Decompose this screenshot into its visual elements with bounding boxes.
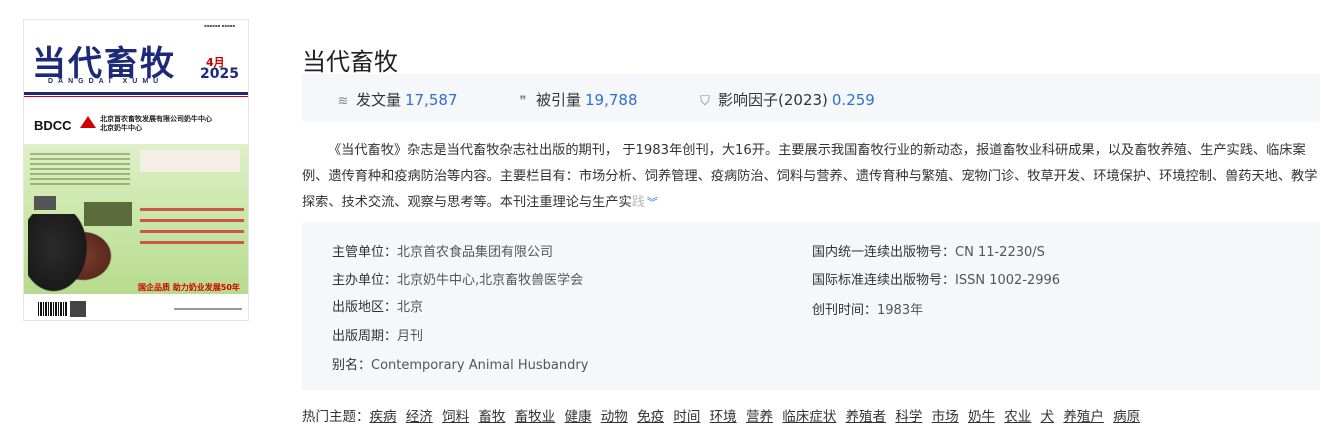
topic-link[interactable]: 疾病	[370, 409, 397, 425]
cover-highlights	[140, 200, 244, 252]
topic-link[interactable]: 市场	[932, 409, 959, 425]
info-value: 1983年	[877, 303, 924, 318]
topic-link[interactable]: 农业	[1004, 409, 1031, 425]
topic-link[interactable]: 时间	[673, 409, 700, 425]
stat-value[interactable]: 17,587	[405, 91, 458, 109]
topic-link[interactable]: 奶牛	[968, 409, 995, 425]
info-label: 国内统一连续出版物号：	[812, 245, 956, 260]
cover-footer-text	[174, 308, 242, 310]
info-label: 出版周期：	[332, 329, 398, 344]
info-label: 别名：	[332, 358, 372, 373]
topic-link[interactable]: 科学	[895, 409, 922, 425]
cover-pinyin: DANGDAI XUMU	[48, 78, 164, 85]
chevron-double-down-icon[interactable]: ︾	[647, 196, 658, 209]
topic-link[interactable]: 养殖户	[1063, 409, 1104, 425]
cover-sponsor-brand: BDCC	[34, 118, 72, 133]
cover-band-red	[24, 96, 248, 97]
info-period: 出版周期：月刊	[332, 325, 423, 344]
quote-icon: ❞	[519, 94, 527, 109]
cover-header: ▪▪▪▪▪▪ ▪▪▪▪▪ 当代畜牧 DANGDAI XUMU 4月 2025	[24, 20, 248, 92]
info-value: Contemporary Animal Husbandry	[371, 358, 589, 373]
info-value: 北京	[397, 300, 424, 315]
cover-qr	[34, 196, 56, 210]
topic-link[interactable]: 养殖者	[846, 409, 887, 425]
info-value: 月刊	[397, 329, 424, 344]
topic-link[interactable]: 环境	[710, 409, 737, 425]
cover-sponsor-mark	[80, 116, 96, 128]
info-cn-number: 国内统一连续出版物号：CN 11-2230/S	[812, 241, 1045, 260]
cover-sponsor-line2: 北京奶牛中心	[100, 124, 142, 132]
cover-slogan: 国企品质 助力奶业发展50年	[138, 283, 240, 292]
topic-link[interactable]: 营养	[746, 409, 773, 425]
stat-label: 影响因子(2023)	[718, 91, 828, 109]
info-value: ISSN 1002-2996	[955, 273, 1061, 288]
info-issn: 国际标准连续出版物号：ISSN 1002-2996	[812, 269, 1060, 288]
journal-cover: ▪▪▪▪▪▪ ▪▪▪▪▪ 当代畜牧 DANGDAI XUMU 4月 2025 B…	[24, 20, 248, 320]
info-sponsor: 主办单位：北京奶牛中心,北京畜牧兽医学会	[332, 269, 583, 288]
stat-value[interactable]: 0.259	[832, 91, 875, 109]
description-text: 《当代畜牧》杂志是当代畜牧杂志社出版的期刊， 于1983年创刊，大16开。主要展…	[302, 143, 1318, 210]
stat-value[interactable]: 19,788	[585, 91, 638, 109]
qr-code-icon	[70, 301, 86, 317]
hot-topics: 热门主题：疾病 经济 饲料 畜牧 畜牧业 健康 动物 免疫 时间 环境 营养 临…	[302, 405, 1140, 425]
stat-impact-factor: ⛉ 影响因子(2023) 0.259	[698, 89, 875, 110]
topic-link[interactable]: 饲料	[442, 409, 469, 425]
info-alias: 别名：Contemporary Animal Husbandry	[332, 354, 588, 373]
cover-cow-image	[28, 214, 92, 298]
stat-citations: ❞ 被引量 19,788	[516, 89, 638, 110]
hot-topics-label: 热门主题：	[302, 409, 370, 425]
topic-link[interactable]: 病原	[1113, 409, 1140, 425]
stat-articles: ≋ 发文量 17,587	[336, 89, 458, 110]
info-value: CN 11-2230/S	[955, 245, 1045, 260]
stat-label: 发文量	[356, 91, 402, 109]
info-supervisor: 主管单位：北京首农食品集团有限公司	[332, 241, 553, 260]
journal-title: 当代畜牧	[302, 48, 398, 77]
cover-year: 2025	[200, 66, 239, 82]
cover-body: 国企品质 助力奶业发展50年	[24, 144, 248, 298]
info-region: 出版地区：北京	[332, 296, 423, 315]
shield-icon: ⛉	[700, 94, 710, 109]
journal-info-panel: 主管单位：北京首农食品集团有限公司 主办单位：北京奶牛中心,北京畜牧兽医学会 出…	[302, 222, 1320, 390]
stats-bar: ≋ 发文量 17,587 ❞ 被引量 19,788 ⛉ 影响因子(2023) 0.259	[302, 74, 1320, 122]
cover-certificates	[140, 150, 240, 172]
stat-label: 被引量	[536, 91, 582, 109]
journal-description: 《当代畜牧》杂志是当代畜牧杂志社出版的期刊， 于1983年创刊，大16开。主要展…	[302, 138, 1320, 216]
cover-footer	[24, 294, 248, 320]
cover-issn-block: ▪▪▪▪▪▪ ▪▪▪▪▪	[204, 23, 236, 28]
topic-link[interactable]: 畜牧业	[515, 409, 556, 425]
topic-link[interactable]: 畜牧	[478, 409, 505, 425]
cover-text-block	[30, 150, 130, 188]
topic-link[interactable]: 犬	[1041, 409, 1055, 425]
info-label: 主管单位：	[332, 245, 398, 260]
info-value: 北京首农食品集团有限公司	[397, 245, 554, 260]
info-founded: 创刊时间：1983年	[812, 299, 923, 318]
info-value: 北京奶牛中心,北京畜牧兽医学会	[397, 273, 584, 288]
cover-band	[24, 92, 248, 95]
layers-icon: ≋	[337, 94, 349, 109]
info-label: 出版地区：	[332, 300, 398, 315]
info-label: 创刊时间：	[812, 303, 878, 318]
info-label: 国际标准连续出版物号：	[812, 273, 956, 288]
topic-link[interactable]: 经济	[406, 409, 433, 425]
topic-link[interactable]: 动物	[601, 409, 628, 425]
topic-link[interactable]: 免疫	[637, 409, 664, 425]
barcode-icon	[38, 302, 68, 316]
description-fade-text: 践	[631, 195, 645, 210]
topic-link[interactable]: 健康	[564, 409, 591, 425]
info-label: 主办单位：	[332, 273, 398, 288]
topic-link[interactable]: 临床症状	[782, 409, 836, 425]
